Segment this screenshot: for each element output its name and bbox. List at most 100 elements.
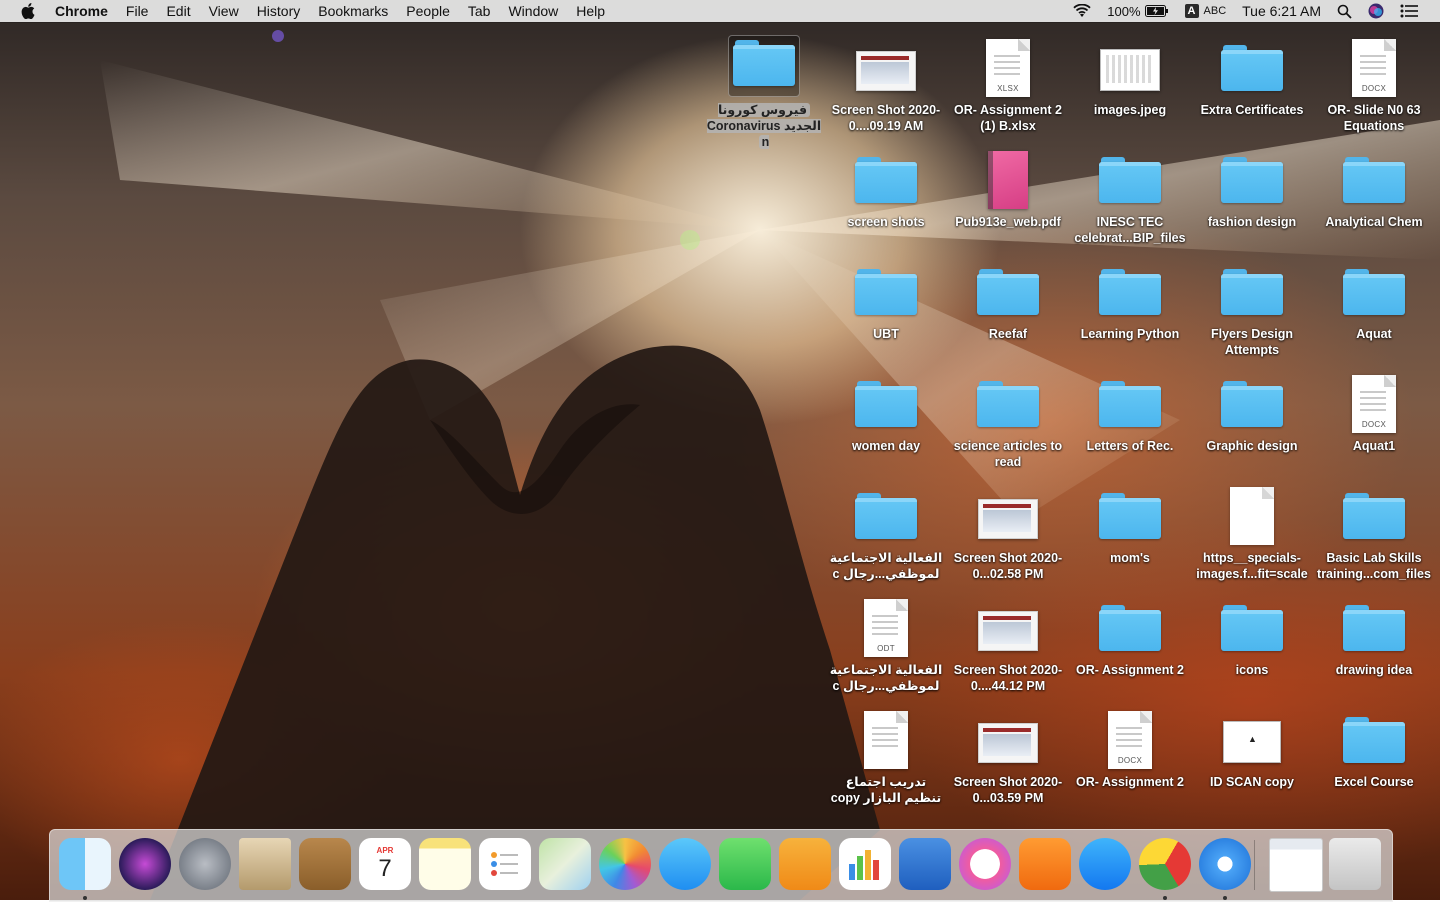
desktop-item-label-text: Extra Certificates xyxy=(1200,103,1304,117)
notification-center-icon[interactable] xyxy=(1392,0,1426,22)
desktop-item-file[interactable]: Screen Shot 2020-0....09.19 AM xyxy=(826,29,946,134)
dock-keynote-icon[interactable] xyxy=(899,838,951,890)
dock-maps-icon[interactable] xyxy=(539,838,591,890)
desktop-item-folder[interactable]: OR- Assignment 2 xyxy=(1070,589,1190,678)
desktop-item-folder[interactable]: drawing idea xyxy=(1314,589,1434,678)
desktop-item-file[interactable]: DOCX OR- Assignment 2 xyxy=(1070,701,1190,790)
desktop-item-folder[interactable]: Graphic design xyxy=(1192,365,1312,454)
desktop-item-folder[interactable]: الفعالية الاجتماعية لموظفي...رجال c xyxy=(826,477,946,582)
file-extension-badge: XLSX xyxy=(997,84,1019,93)
menu-window[interactable]: Window xyxy=(499,0,567,22)
desktop-item-folder[interactable]: icons xyxy=(1192,589,1312,678)
menu-history[interactable]: History xyxy=(248,0,310,22)
desktop-item-folder[interactable]: Learning Python xyxy=(1070,253,1190,342)
dock-google-chrome-icon[interactable] xyxy=(1139,838,1191,890)
dock-itunes-icon[interactable] xyxy=(959,838,1011,890)
dock-photos-icon[interactable] xyxy=(599,838,651,890)
dock-launchpad-icon[interactable] xyxy=(179,838,231,890)
dock-finder-icon[interactable] xyxy=(59,838,111,890)
desktop-item-folder[interactable]: فيروس كورونا الجديد Coronavirus n xyxy=(704,29,824,150)
dock-reminders-icon[interactable] xyxy=(479,838,531,890)
screenshot-thumbnail-icon xyxy=(948,477,1068,545)
desktop-item-label-text: Screen Shot 2020-0....09.19 AM xyxy=(831,103,941,133)
desktop-item-label-text: Letters of Rec. xyxy=(1086,439,1174,453)
dock-mail-icon[interactable] xyxy=(239,838,291,890)
dock-messages-icon[interactable] xyxy=(659,838,711,890)
document-icon: DOCX xyxy=(1314,365,1434,433)
desktop-item-label: Letters of Rec. xyxy=(1070,438,1190,454)
image-thumbnail-icon xyxy=(1070,29,1190,97)
desktop-item-label: Pub913e_web.pdf xyxy=(948,214,1068,230)
desktop-item-label-text: Learning Python xyxy=(1080,327,1180,341)
dock-safari-icon[interactable] xyxy=(1199,838,1251,890)
desktop-item-folder[interactable]: INESC TEC celebrat...BIP_files xyxy=(1070,141,1190,246)
folder-icon xyxy=(1070,477,1190,545)
desktop-item-folder[interactable]: science articles to read xyxy=(948,365,1068,470)
desktop-item-file[interactable]: تدريب اجتماع تنظيم البازار copy xyxy=(826,701,946,806)
menu-help[interactable]: Help xyxy=(567,0,614,22)
desktop-item-file[interactable]: DOCX OR- Slide N0 63 Equations xyxy=(1314,29,1434,134)
desktop-item-file[interactable]: Screen Shot 2020-0....44.12 PM xyxy=(948,589,1068,694)
desktop-item-label-text: images.jpeg xyxy=(1093,103,1167,117)
dock-siri-icon[interactable] xyxy=(119,838,171,890)
dock-chrome-window-icon[interactable] xyxy=(1269,838,1323,892)
apple-menu-icon[interactable] xyxy=(18,0,38,22)
file-extension-badge: ODT xyxy=(877,644,895,653)
dock-trash-icon[interactable] xyxy=(1329,838,1381,890)
desktop-item-folder[interactable]: Reefaf xyxy=(948,253,1068,342)
desktop-item-label: Graphic design xyxy=(1192,438,1312,454)
desktop-item-file[interactable]: DOCX Aquat1 xyxy=(1314,365,1434,454)
desktop-item-folder[interactable]: Excel Course xyxy=(1314,701,1434,790)
desktop-item-folder[interactable]: fashion design xyxy=(1192,141,1312,230)
menu-bookmarks[interactable]: Bookmarks xyxy=(309,0,397,22)
desktop-item-label: OR- Slide N0 63 Equations xyxy=(1314,102,1434,134)
desktop-item-file[interactable]: XLSX OR- Assignment 2 (1) B.xlsx xyxy=(948,29,1068,134)
desktop-item-folder[interactable]: Aquat xyxy=(1314,253,1434,342)
clock[interactable]: Tue 6:21 AM xyxy=(1234,0,1329,22)
menu-app-name[interactable]: Chrome xyxy=(46,0,117,22)
desktop-item-file[interactable]: ID SCAN copy xyxy=(1192,701,1312,790)
dock-calendar-icon[interactable]: APR 7 xyxy=(359,838,411,890)
input-source-menu[interactable]: A ABC xyxy=(1177,0,1235,22)
siri-menu-icon[interactable] xyxy=(1360,0,1392,22)
menu-tab[interactable]: Tab xyxy=(459,0,500,22)
desktop-item-label: Basic Lab Skills training...com_files xyxy=(1314,550,1434,582)
desktop-item-file[interactable]: images.jpeg xyxy=(1070,29,1190,118)
menu-view[interactable]: View xyxy=(200,0,248,22)
dock-app-store-icon[interactable] xyxy=(1079,838,1131,890)
desktop-item-label: Screen Shot 2020-0....09.19 AM xyxy=(826,102,946,134)
menu-people[interactable]: People xyxy=(397,0,459,22)
desktop-item-folder[interactable]: women day xyxy=(826,365,946,454)
desktop-item-file[interactable]: ODT الفعالية الاجتماعية لموظفي...رجال c xyxy=(826,589,946,694)
desktop-item-file[interactable]: Screen Shot 2020-0...03.59 PM xyxy=(948,701,1068,806)
screenshot-thumbnail-icon xyxy=(948,589,1068,657)
input-source-label: ABC xyxy=(1203,5,1227,17)
dock-contacts-icon[interactable] xyxy=(299,838,351,890)
desktop-item-file[interactable]: Pub913e_web.pdf xyxy=(948,141,1068,230)
desktop-item-folder[interactable]: Basic Lab Skills training...com_files xyxy=(1314,477,1434,582)
dock-pages-icon[interactable] xyxy=(779,838,831,890)
desktop-item-file[interactable]: Screen Shot 2020-0...02.58 PM xyxy=(948,477,1068,582)
desktop-item-label: icons xyxy=(1192,662,1312,678)
desktop-item-folder[interactable]: UBT xyxy=(826,253,946,342)
dock-numbers-icon[interactable] xyxy=(839,838,891,890)
desktop-item-folder[interactable]: screen shots xyxy=(826,141,946,230)
desktop-item-folder[interactable]: Flyers Design Attempts xyxy=(1192,253,1312,358)
desktop-item-folder[interactable]: Analytical Chem xyxy=(1314,141,1434,230)
dock-notes-icon[interactable] xyxy=(419,838,471,890)
dock-books-icon[interactable] xyxy=(1019,838,1071,890)
pdf-thumbnail-icon xyxy=(948,141,1068,209)
desktop-item-folder[interactable]: Letters of Rec. xyxy=(1070,365,1190,454)
dock-facetime-icon[interactable] xyxy=(719,838,771,890)
desktop-item-folder[interactable]: Extra Certificates xyxy=(1192,29,1312,118)
blank-file-icon xyxy=(1192,477,1312,545)
menu-edit[interactable]: Edit xyxy=(157,0,199,22)
menu-file[interactable]: File xyxy=(117,0,158,22)
folder-icon xyxy=(826,253,946,321)
wifi-icon[interactable] xyxy=(1065,0,1099,22)
desktop-item-folder[interactable]: mom's xyxy=(1070,477,1190,566)
desktop-item-label: women day xyxy=(826,438,946,454)
desktop-item-file[interactable]: https__specials-images.f...fit=scale xyxy=(1192,477,1312,582)
spotlight-search-icon[interactable] xyxy=(1329,0,1360,22)
battery-status[interactable]: 100% xyxy=(1099,0,1176,22)
